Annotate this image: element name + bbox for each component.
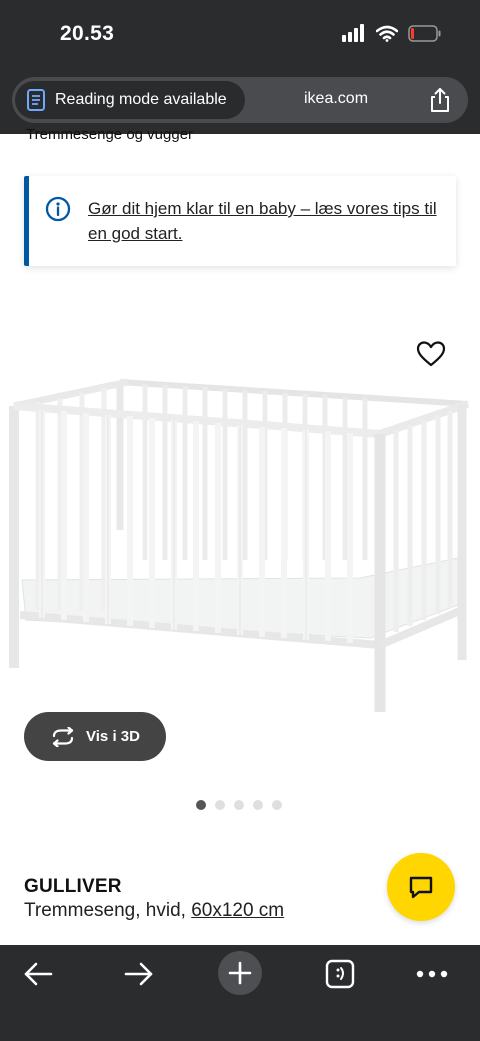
status-time: 20.53 [60,22,115,45]
carousel-dot[interactable] [215,800,225,810]
product-size-link[interactable]: 60x120 cm [191,900,284,921]
signal-icon [342,24,364,42]
more-icon [416,970,448,978]
carousel-dot[interactable] [253,800,263,810]
back-arrow-icon [24,962,53,986]
view-3d-button[interactable]: Vis i 3D [24,712,166,761]
info-banner-link[interactable]: Gør dit hjem klar til en baby – læs vore… [88,196,448,246]
battery-icon [408,24,441,42]
carousel-dot[interactable] [234,800,244,810]
crib-back-slats [142,384,368,560]
info-icon [45,196,71,222]
forward-arrow-icon [124,962,153,986]
forward-button[interactable] [116,951,162,997]
back-button[interactable] [15,951,61,997]
tabs-button[interactable] [317,951,363,997]
reading-mode-icon [27,89,45,111]
status-icons [342,24,442,42]
product-description: Tremmeseng, hvid, 60x120 cm [24,900,284,922]
carousel-dot[interactable] [272,800,282,810]
plus-icon [228,961,252,985]
chat-icon [409,876,433,899]
url-domain[interactable]: ikea.com [304,90,368,108]
image-carousel-dots [196,800,282,810]
chat-button[interactable] [387,853,455,921]
url-bar[interactable]: Reading mode available ikea.com [12,77,468,123]
reading-mode-button[interactable]: Reading mode available [15,81,245,119]
carousel-dot[interactable] [196,800,206,810]
wifi-icon [376,25,398,42]
view-3d-label: Vis i 3D [86,728,140,745]
browser-bottom-toolbar [0,945,480,1041]
status-bar: 20.53 [0,0,480,72]
crib-front-slats [39,410,353,643]
share-icon[interactable] [426,86,454,114]
info-banner: Gør dit hjem klar til en baby – læs vore… [24,176,456,266]
breadcrumb[interactable]: Tremmesenge og vugger [26,126,193,143]
product-name: GULLIVER [24,876,122,897]
product-image[interactable] [0,370,480,715]
reading-mode-label: Reading mode available [55,91,227,108]
rotate-3d-icon [52,726,74,747]
heart-icon[interactable] [416,340,446,368]
product-type: Tremmeseng, hvid, [24,900,192,921]
more-button[interactable] [409,951,455,997]
tabs-icon [325,959,355,989]
browser-toolbar: Reading mode available ikea.com [0,72,480,134]
new-tab-button[interactable] [218,951,262,995]
